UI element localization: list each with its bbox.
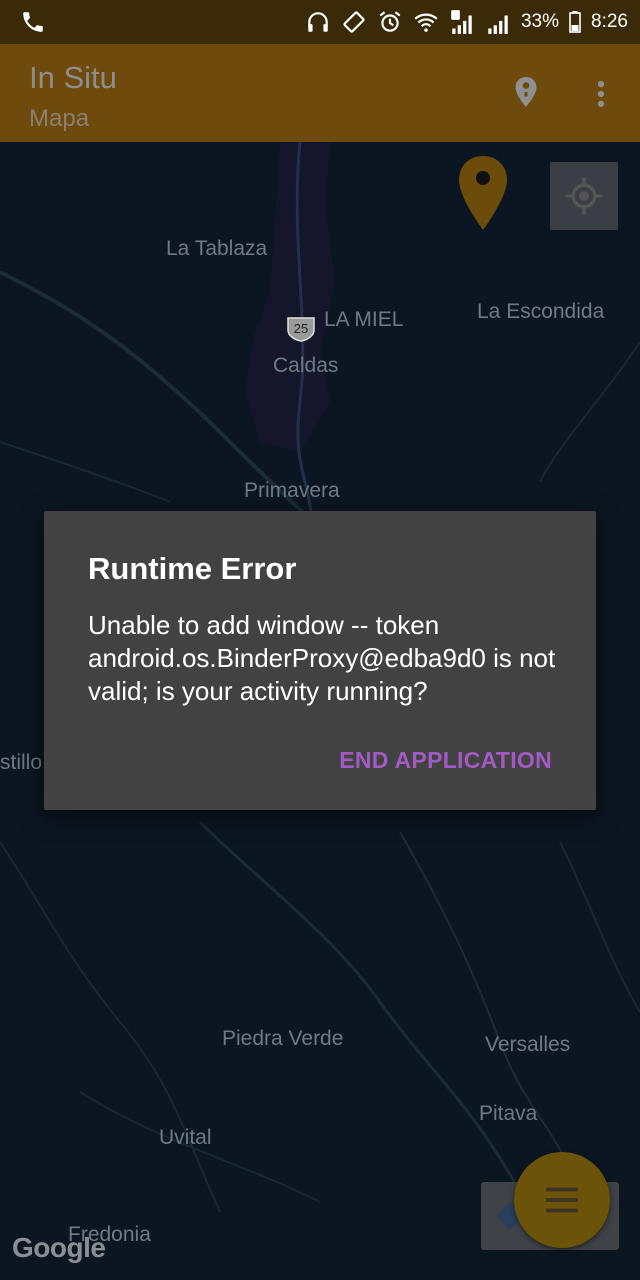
place-label: Versalles [485,1033,571,1056]
place-label: Pitava [479,1102,538,1125]
place-label: La Escondida [477,300,605,323]
my-location-button[interactable] [550,162,618,230]
place-label: Caldas [273,354,339,377]
headphones-icon [308,12,328,32]
place-pin-icon[interactable] [508,72,544,112]
place-label: La Tablaza [166,237,268,260]
signal-sim2-icon [488,15,508,34]
dialog-title: Runtime Error [88,551,297,586]
runtime-error-dialog: Runtime Error Unable to add window -- to… [44,511,596,810]
map-marker-icon[interactable] [457,154,509,232]
place-label: LA MIEL [324,308,404,331]
place-label: stillo [0,751,43,774]
menu-fab[interactable] [514,1152,610,1248]
more-vert-icon[interactable] [584,74,618,114]
wifi-icon [414,13,438,32]
signal-sim1-icon [451,10,472,34]
clock: 8:26 [591,11,628,32]
crosshair-icon [565,177,603,215]
phone-icon [20,9,46,40]
alarm-icon [379,11,401,32]
hamburger-menu-icon [546,1187,578,1213]
battery-icon [569,11,581,33]
app-subtitle: Mapa [29,105,90,132]
place-label: Piedra Verde [222,1027,344,1050]
app-title: In Situ [29,60,117,95]
route-shield-icon: 25 [287,317,315,342]
place-label: Primavera [244,479,340,502]
dialog-message: Unable to add window -- token android.os… [88,610,556,706]
google-logo: Google [12,1232,106,1263]
vibrate-icon [343,11,365,33]
route-number: 25 [294,321,308,336]
end-application-button[interactable]: END APPLICATION [339,747,552,774]
battery-percent: 33% [520,11,560,32]
place-label: Uvital [159,1126,212,1149]
app-bar: In Situ Mapa [0,44,640,142]
status-bar: 33% 8:26 [0,0,640,44]
